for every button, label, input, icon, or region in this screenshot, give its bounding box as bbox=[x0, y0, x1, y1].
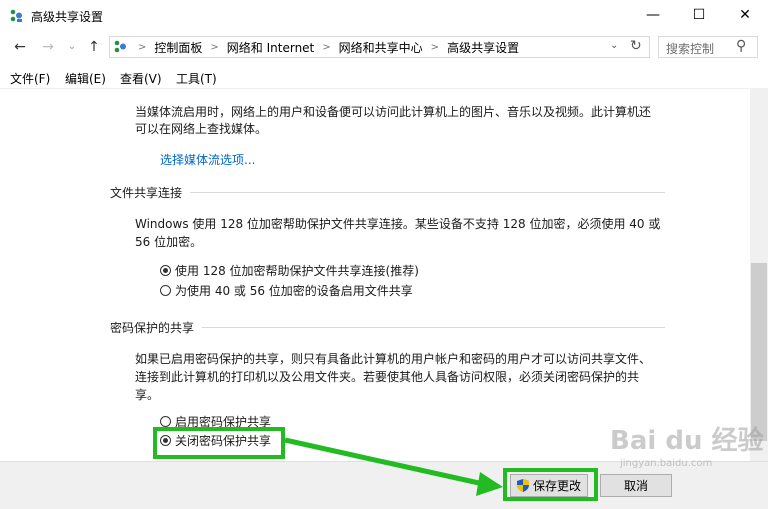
watermark-logo: Bai du 经验 bbox=[610, 426, 764, 456]
watermark-url: jingyan.baidu.com bbox=[620, 458, 713, 469]
